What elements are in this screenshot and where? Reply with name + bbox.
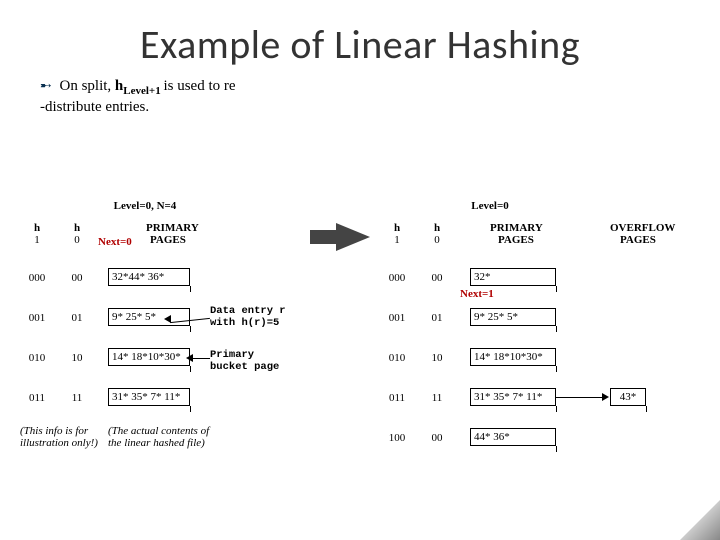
left-h0-sub: 0	[74, 234, 80, 246]
sub-func: h	[115, 78, 123, 94]
right-caption: Level=0	[450, 200, 530, 212]
right-r3-h0: 11	[420, 392, 454, 404]
right-r4-h0: 00	[420, 432, 454, 444]
right-h1-head: h 1	[380, 222, 414, 246]
right-h0-sub: 0	[434, 234, 440, 246]
left-r0-page: 32*44* 36*	[108, 268, 190, 286]
left-annot2b: bucket page	[210, 361, 279, 373]
right-r1-page: 9* 25* 5*	[470, 308, 556, 326]
sub-line2: -distribute entries.	[40, 99, 149, 115]
right-r2-h0: 10	[420, 352, 454, 364]
left-r1-page: 9* 25* 5*	[108, 308, 190, 326]
left-annot1a: Data entry r	[210, 305, 286, 317]
left-phead: PRIMARY	[146, 222, 199, 234]
left-next: Next=0	[98, 236, 132, 248]
left-r3-h0: 11	[60, 392, 94, 404]
page-title: Example of Linear Hashing	[0, 0, 720, 69]
left-h0-label: h	[74, 222, 80, 234]
right-h0-head: h 0	[420, 222, 454, 246]
right-r1-h0: 01	[420, 312, 454, 324]
left-annot1: Data entry r with h(r)=5	[210, 306, 286, 329]
left-r2-h1: 010	[20, 352, 54, 364]
left-r2-page: 14* 18*10*30*	[108, 348, 190, 366]
right-r2-h1: 010	[380, 352, 414, 364]
arrow-tail	[310, 230, 336, 244]
sub-subscript: Level+1	[123, 85, 163, 97]
left-phead2: PAGES	[150, 234, 186, 246]
diagram-stage: Level=0, N=4 h 1 h 0 Next=0 PRIMARY PAGE…	[20, 200, 700, 520]
left-annot2a: Primary	[210, 349, 254, 361]
right-next: Next=1	[460, 288, 494, 300]
left-r3-h1: 011	[20, 392, 54, 404]
left-r2-h0: 10	[60, 352, 94, 364]
left-h1-head: h 1	[20, 222, 54, 246]
right-r0-h0: 00	[420, 272, 454, 284]
right-r2-page: 14* 18*10*30*	[470, 348, 556, 366]
right-r3-page: 31* 35* 7* 11*	[470, 388, 556, 406]
right-h1-label: h	[394, 222, 400, 234]
left-r0-h0: 00	[60, 272, 94, 284]
right-arrow-icon	[336, 223, 370, 251]
left-foot1: (This info is for illustration only!)	[20, 425, 110, 449]
sub-pre: On split,	[59, 78, 114, 94]
left-annot2: Primary bucket page	[210, 350, 279, 373]
left-h1-label: h	[34, 222, 40, 234]
right-h1-sub: 1	[394, 234, 400, 246]
left-r0-h1: 000	[20, 272, 54, 284]
right-r1-h1: 001	[380, 312, 414, 324]
left-caption: Level=0, N=4	[90, 200, 200, 212]
right-r4-h1: 100	[380, 432, 414, 444]
left-h1-sub: 1	[34, 234, 40, 246]
left-r1-h1: 001	[20, 312, 54, 324]
right-h0-label: h	[434, 222, 440, 234]
right-phead2: PAGES	[498, 234, 534, 246]
sub-mid: is used to re	[163, 78, 235, 94]
left-h0-head: h 0	[60, 222, 94, 246]
right-phead: PRIMARY	[490, 222, 543, 234]
right-ohead2: PAGES	[620, 234, 656, 246]
subtitle: ➸ On split, hLevel+1 is used to re -dist…	[0, 69, 720, 118]
right-r3-h1: 011	[380, 392, 414, 404]
left-annot1b: with h(r)=5	[210, 317, 279, 329]
left-r1-h0: 01	[60, 312, 94, 324]
right-r0-page: 32*	[470, 268, 556, 286]
right-r0-h1: 000	[380, 272, 414, 284]
right-overflow-page: 43*	[610, 388, 646, 406]
left-r3-page: 31* 35* 7* 11*	[108, 388, 190, 406]
right-r4-page: 44* 36*	[470, 428, 556, 446]
left-foot2: (The actual contents of the linear hashe…	[108, 425, 218, 449]
right-ohead: OVERFLOW	[610, 222, 675, 234]
bullet-icon: ➸	[40, 79, 52, 94]
